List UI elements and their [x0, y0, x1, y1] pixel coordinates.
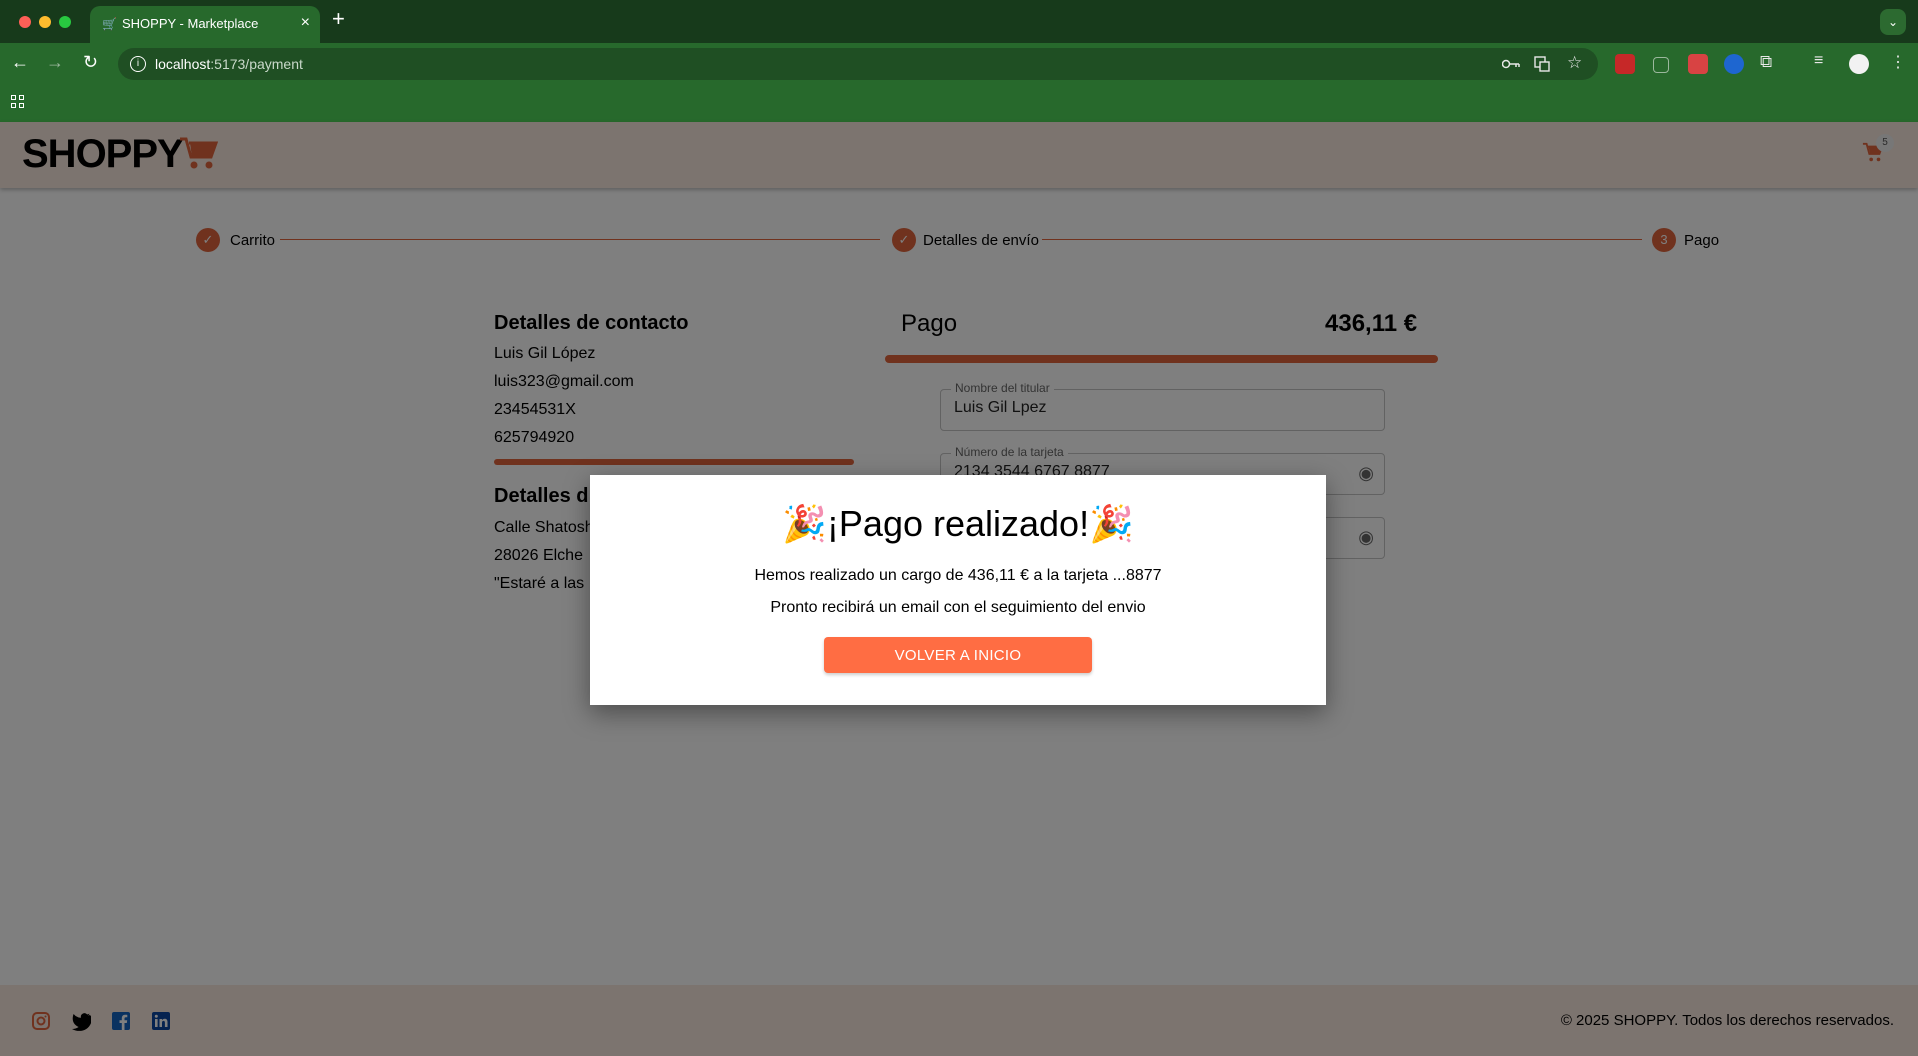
translate-icon[interactable] [1534, 56, 1550, 72]
dialog-title: 🎉¡Pago realizado!🎉 [782, 503, 1134, 544]
more-menu-icon[interactable]: ⋮ [1890, 52, 1906, 72]
bookmarks-bar [0, 85, 1918, 122]
new-tab-button[interactable]: + [332, 8, 345, 30]
extension-blue-icon[interactable] [1724, 54, 1744, 74]
maximize-window-button[interactable] [59, 16, 71, 28]
browser-tab-bar: 🛒 SHOPPY - Marketplace × + ⌄ [0, 0, 1918, 43]
reading-list-icon[interactable]: ≡ [1814, 52, 1823, 70]
address-bar[interactable]: i localhost:5173/payment ☆ [118, 48, 1598, 80]
forward-button[interactable]: → [46, 52, 64, 72]
reload-button[interactable]: ↻ [83, 52, 98, 72]
site-info-icon[interactable]: i [130, 56, 146, 72]
back-to-home-button[interactable]: VOLVER A INICIO [824, 637, 1092, 673]
extension-new-icon[interactable] [1615, 54, 1635, 74]
extension-red-icon[interactable] [1688, 54, 1708, 74]
close-window-button[interactable] [19, 16, 31, 28]
extensions-puzzle-icon[interactable]: ⧉ [1760, 52, 1772, 72]
tab-close-icon[interactable]: × [301, 14, 310, 32]
dialog-charge-message: Hemos realizado un cargo de 436,11 € a l… [754, 567, 1162, 584]
dialog-tracking-message: Pronto recibirá un email con el seguimie… [770, 599, 1146, 616]
password-key-icon[interactable] [1502, 57, 1520, 71]
apps-grid-icon[interactable] [11, 95, 25, 109]
payment-success-dialog: 🎉¡Pago realizado!🎉 Hemos realizado un ca… [590, 475, 1326, 705]
extension-window-icon[interactable] [1653, 57, 1669, 73]
tab-title: SHOPPY - Marketplace [122, 16, 259, 31]
minimize-window-button[interactable] [39, 16, 51, 28]
profile-avatar-icon[interactable] [1849, 54, 1869, 74]
browser-toolbar: ← → ↻ i localhost:5173/payment ☆ ⧉ ≡ ⋮ [0, 43, 1918, 85]
cart-favicon-icon: 🛒 [102, 17, 117, 31]
browser-tab[interactable]: 🛒 SHOPPY - Marketplace × [90, 6, 320, 43]
back-button[interactable]: ← [11, 52, 29, 72]
url-text[interactable]: localhost:5173/payment [155, 56, 303, 72]
bookmark-star-icon[interactable]: ☆ [1567, 53, 1582, 73]
tab-search-button[interactable]: ⌄ [1880, 9, 1906, 35]
